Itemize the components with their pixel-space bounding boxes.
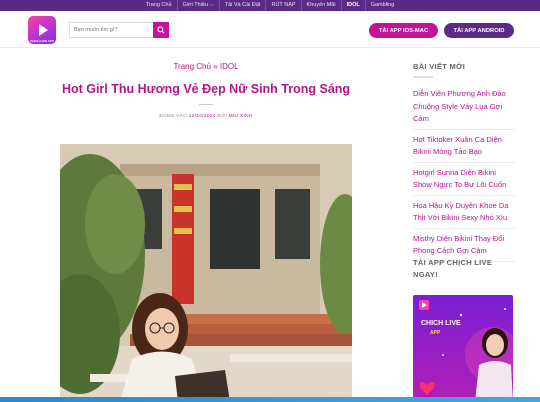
search-form <box>69 22 169 38</box>
bottom-bar <box>0 397 540 402</box>
recent-posts-underline <box>413 76 433 78</box>
play-icon <box>38 24 48 36</box>
meta-author[interactable]: MIU XINH <box>229 114 253 119</box>
recent-post-link[interactable]: Diễn Viên Phương Anh Đào Chuộng Style Vá… <box>413 88 515 130</box>
search-button[interactable] <box>153 22 169 38</box>
logo-text: CHICH LIVE APP <box>30 39 54 43</box>
article-meta: ĐĂNG VÀO 12/10/2024 BỞI MIU XINH <box>60 114 352 119</box>
recent-post-link[interactable]: Hotgirl Sunna Diện Bikini Show Ngực To B… <box>413 167 515 196</box>
article-title: Hot Girl Thu Hương Vẻ Đẹp Nữ Sinh Trong … <box>61 82 351 96</box>
nav-item-idol[interactable]: IDOL <box>340 0 365 11</box>
top-navigation: Trang Chủ Giới Thiệu ⌵ Tải Và Cài Đặt RÚ… <box>0 0 540 11</box>
promo-subtitle: APP <box>430 330 441 336</box>
breadcrumb-separator: » <box>213 62 218 71</box>
search-icon <box>157 26 165 34</box>
recent-posts-list: Diễn Viên Phương Anh Đào Chuộng Style Vá… <box>413 88 515 266</box>
breadcrumb-current[interactable]: IDOL <box>220 62 239 71</box>
download-ios-button[interactable]: TẢI APP IOS-MAC <box>369 23 438 38</box>
search-input[interactable] <box>69 22 153 38</box>
recent-post-link[interactable]: Hot Tiktoker Xuân Ca Diện Bikini Mỏng Tả… <box>413 134 515 163</box>
breadcrumb: Trang Chủ » IDOL <box>60 62 352 71</box>
promo-title: CHICH LIVE <box>421 320 461 327</box>
site-header: CHICH LIVE APP TẢI APP IOS-MAC TẢI APP A… <box>0 11 540 48</box>
nav-item-gambling[interactable]: Gambling <box>364 0 400 11</box>
recent-post-link[interactable]: Hoa Hậu Kỳ Duyên Khoe Da Thịt Với Bikini… <box>413 200 515 229</box>
title-divider <box>199 104 213 105</box>
site-logo[interactable]: CHICH LIVE APP <box>28 16 56 44</box>
nav-item-download[interactable]: Tải Và Cài Đặt <box>218 0 266 11</box>
app-promo-banner[interactable]: CHICH LIVE APP <box>413 295 513 402</box>
nav-item-withdraw[interactable]: RÚT NẠP <box>265 0 300 11</box>
meta-date[interactable]: 12/10/2024 <box>189 114 216 119</box>
download-android-button[interactable]: TẢI APP ANDROID <box>444 23 514 38</box>
nav-item-promotions[interactable]: Khuyến Mãi <box>300 0 341 11</box>
recent-posts-heading: BÀI VIẾT MỚI <box>413 62 466 71</box>
download-app-heading: TẢI APP CHỊCH LIVE NGAY! <box>413 258 493 279</box>
breadcrumb-home[interactable]: Trang Chủ <box>173 62 211 71</box>
meta-by: BỞI <box>217 114 227 119</box>
article-featured-image <box>60 144 352 402</box>
nav-item-about[interactable]: Giới Thiệu ⌵ <box>176 0 219 11</box>
nav-item-home[interactable]: Trang Chủ <box>141 0 177 11</box>
meta-prefix: ĐĂNG VÀO <box>159 114 188 119</box>
